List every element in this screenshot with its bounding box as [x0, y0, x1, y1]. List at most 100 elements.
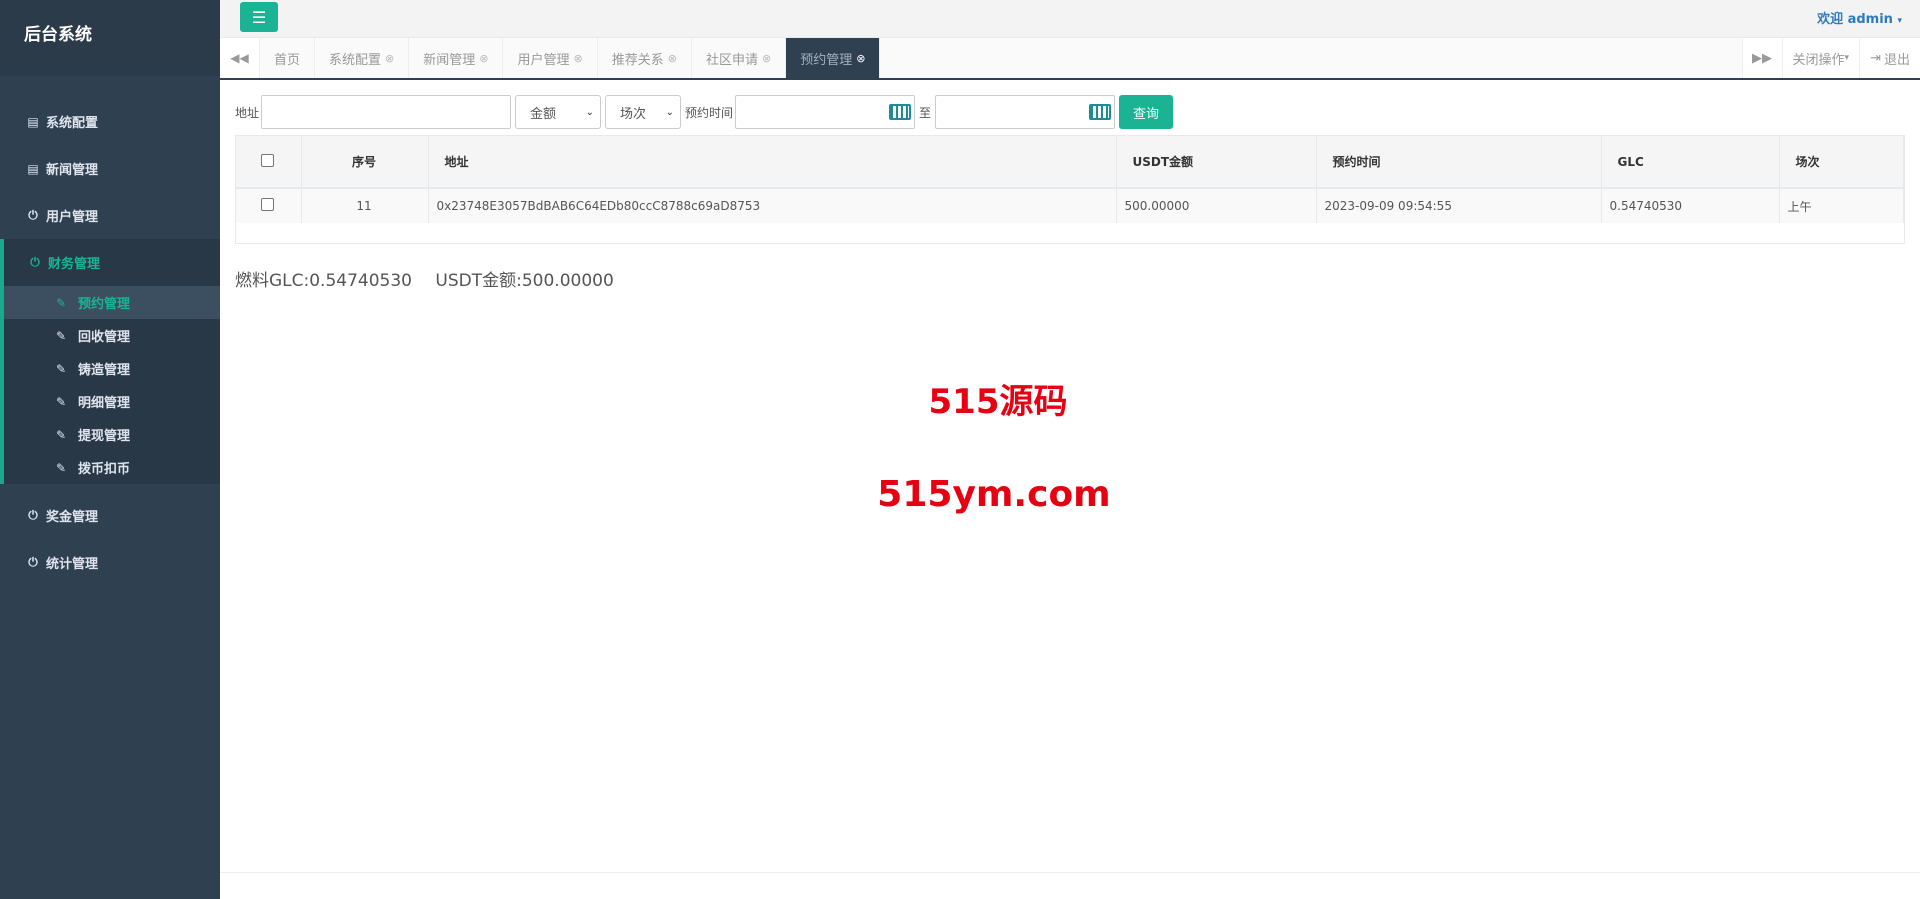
tab-controls: ▶▶ 关闭操作 ▾ ⇥ 退出	[1741, 38, 1920, 78]
filter-bar: 地址 金额 ⌄ 场次 ⌄ 预约时间 至 查询	[235, 95, 1905, 129]
caret-down-icon: ▾	[1844, 53, 1850, 63]
sidebar-subitem-recycle[interactable]: ✎ 回收管理	[4, 319, 220, 352]
close-icon[interactable]: ⊗	[668, 52, 677, 65]
select-all-checkbox[interactable]	[261, 153, 275, 167]
start-date-input[interactable]	[735, 95, 916, 129]
tabs-scroll-left-button[interactable]: ◀◀	[220, 38, 260, 78]
tab-list: 首页 系统配置 ⊗ 新闻管理 ⊗ 用户管理 ⊗ 推荐关系 ⊗ 社区申请 ⊗ 预约…	[260, 38, 881, 78]
watermark-line-2: 515ym.com	[877, 474, 1111, 515]
power-icon: ⏻	[30, 255, 40, 269]
session-select-value: 场次	[620, 106, 647, 122]
column-header-address[interactable]: 地址	[428, 136, 1117, 189]
power-icon: ⏻	[28, 555, 38, 569]
tab-label: 首页	[274, 52, 301, 68]
table-header-row: 序号 地址 USDT金额 预约时间 GLC 场次	[236, 136, 1904, 189]
sidebar-item-news[interactable]: ▤ 新闻管理	[0, 145, 220, 192]
tab-reservation[interactable]: 预约管理 ⊗	[786, 38, 881, 78]
sidebar-item-label: 系统配置	[46, 116, 99, 131]
caret-down-icon: ▾	[1897, 16, 1902, 26]
session-select[interactable]: 场次 ⌄	[605, 95, 682, 129]
chevron-down-icon: ⌄	[665, 106, 675, 118]
sidebar-item-users[interactable]: ⏻ 用户管理	[0, 192, 220, 239]
tab-referral[interactable]: 推荐关系 ⊗	[597, 38, 692, 78]
chevron-down-icon: ⌄	[585, 106, 595, 118]
cell-time: 2023-09-09 09:54:55	[1316, 188, 1602, 223]
menu-toggle-button[interactable]: ☰	[240, 2, 278, 32]
close-operations-menu[interactable]: 关闭操作 ▾	[1781, 38, 1860, 78]
tab-community[interactable]: 社区申请 ⊗	[691, 38, 787, 78]
column-header-session[interactable]: 场次	[1779, 136, 1904, 189]
summary-glc: 燃料GLC:0.54740530	[235, 271, 412, 291]
tab-label: 新闻管理	[423, 52, 476, 68]
user-menu[interactable]: 欢迎 admin ▾	[1817, 8, 1902, 27]
edit-icon: ✎	[56, 295, 67, 310]
logout-label: 退出	[1883, 52, 1910, 68]
amount-select[interactable]: 金额 ⌄	[515, 95, 602, 129]
edit-icon: ✎	[56, 427, 67, 442]
query-button[interactable]: 查询	[1119, 95, 1174, 129]
cell-address: 0x23748E3057BdBAB6C64EDb80ccC8788c69aD87…	[428, 188, 1117, 223]
power-icon: ⏻	[28, 208, 38, 222]
column-header-time[interactable]: 预约时间	[1316, 136, 1602, 189]
tab-label: 推荐关系	[611, 52, 664, 68]
hamburger-icon: ☰	[251, 7, 267, 27]
tab-label: 预约管理	[800, 52, 853, 68]
tab-home[interactable]: 首页	[260, 38, 316, 78]
end-date-input[interactable]	[935, 95, 1116, 129]
edit-icon: ✎	[56, 328, 67, 343]
close-icon[interactable]: ⊗	[762, 52, 771, 65]
column-header-id[interactable]: 序号	[301, 136, 429, 189]
summary-line: 燃料GLC:0.54740530 USDT金额:500.00000	[235, 266, 1905, 291]
sidebar-item-label: 财务管理	[48, 257, 101, 272]
sidebar-item-label: 统计管理	[46, 557, 99, 572]
sidebar-item-stats[interactable]: ⏻ 统计管理	[0, 539, 220, 586]
table-row[interactable]: 11 0x23748E3057BdBAB6C64EDb80ccC8788c69a…	[236, 188, 1904, 223]
column-header-usdt[interactable]: USDT金额	[1116, 136, 1317, 189]
close-icon[interactable]: ⊗	[479, 52, 488, 65]
watermark-line-1: 515源码	[928, 382, 1068, 422]
tab-news[interactable]: 新闻管理 ⊗	[409, 38, 504, 78]
tab-label: 用户管理	[517, 52, 570, 68]
sidebar-subitem-label: 预约管理	[78, 297, 131, 312]
address-input[interactable]	[261, 95, 512, 129]
close-ops-label: 关闭操作	[1792, 52, 1845, 68]
edit-icon: ✎	[56, 460, 67, 475]
tab-label: 社区申请	[705, 52, 758, 68]
address-label: 地址	[235, 105, 260, 120]
summary-usdt: USDT金额:500.00000	[435, 271, 614, 291]
double-left-icon: ◀◀	[230, 51, 249, 65]
top-bar: ☰ 欢迎 admin ▾	[220, 0, 1920, 38]
main-content: 地址 金额 ⌄ 场次 ⌄ 预约时间 至 查询 序号 地址 USDT金额 预约时间…	[235, 95, 1905, 291]
cell-session: 上午	[1779, 188, 1904, 223]
footer-divider	[220, 872, 1920, 873]
tab-system-config[interactable]: 系统配置 ⊗	[315, 38, 410, 78]
column-header-glc[interactable]: GLC	[1601, 136, 1780, 189]
amount-select-value: 金额	[530, 106, 557, 122]
tabs-scroll-right-button[interactable]: ▶▶	[1741, 38, 1782, 78]
tab-users[interactable]: 用户管理 ⊗	[503, 38, 598, 78]
row-select-cell	[236, 188, 302, 223]
sidebar-item-label: 用户管理	[46, 210, 99, 225]
document-icon: ▤	[27, 161, 39, 176]
row-checkbox[interactable]	[261, 198, 275, 211]
double-right-icon: ▶▶	[1752, 50, 1773, 66]
sidebar-item-label: 新闻管理	[46, 163, 99, 178]
close-icon[interactable]: ⊗	[385, 52, 394, 65]
to-label: 至	[919, 105, 932, 120]
logout-button[interactable]: ⇥ 退出	[1859, 38, 1920, 78]
cell-glc: 0.54740530	[1601, 188, 1780, 223]
sidebar-subitem-reservation[interactable]: ✎ 预约管理	[4, 286, 220, 319]
document-icon: ▤	[27, 114, 39, 129]
sidebar-group-finance: ⏻ 财务管理 ✎ 预约管理 ✎ 回收管理 ✎ 铸造管理 ✎ 明细管理 ✎ 提现管…	[0, 239, 220, 484]
close-icon[interactable]: ⊗	[574, 52, 583, 65]
brand-title: 后台系统	[0, 0, 220, 76]
close-icon[interactable]: ⊗	[856, 52, 865, 65]
sidebar-item-system-config[interactable]: ▤ 系统配置	[0, 98, 220, 145]
calendar-icon[interactable]	[889, 104, 912, 120]
tab-label: 系统配置	[329, 52, 382, 68]
sidebar-subitem-label: 回收管理	[78, 330, 131, 345]
sidebar-item-finance[interactable]: ⏻ 财务管理	[4, 239, 220, 286]
reservation-table: 序号 地址 USDT金额 预约时间 GLC 场次 11 0x23748E3057…	[235, 135, 1905, 244]
sidebar-subitem-label: 提现管理	[78, 429, 131, 444]
calendar-icon[interactable]	[1089, 104, 1112, 120]
